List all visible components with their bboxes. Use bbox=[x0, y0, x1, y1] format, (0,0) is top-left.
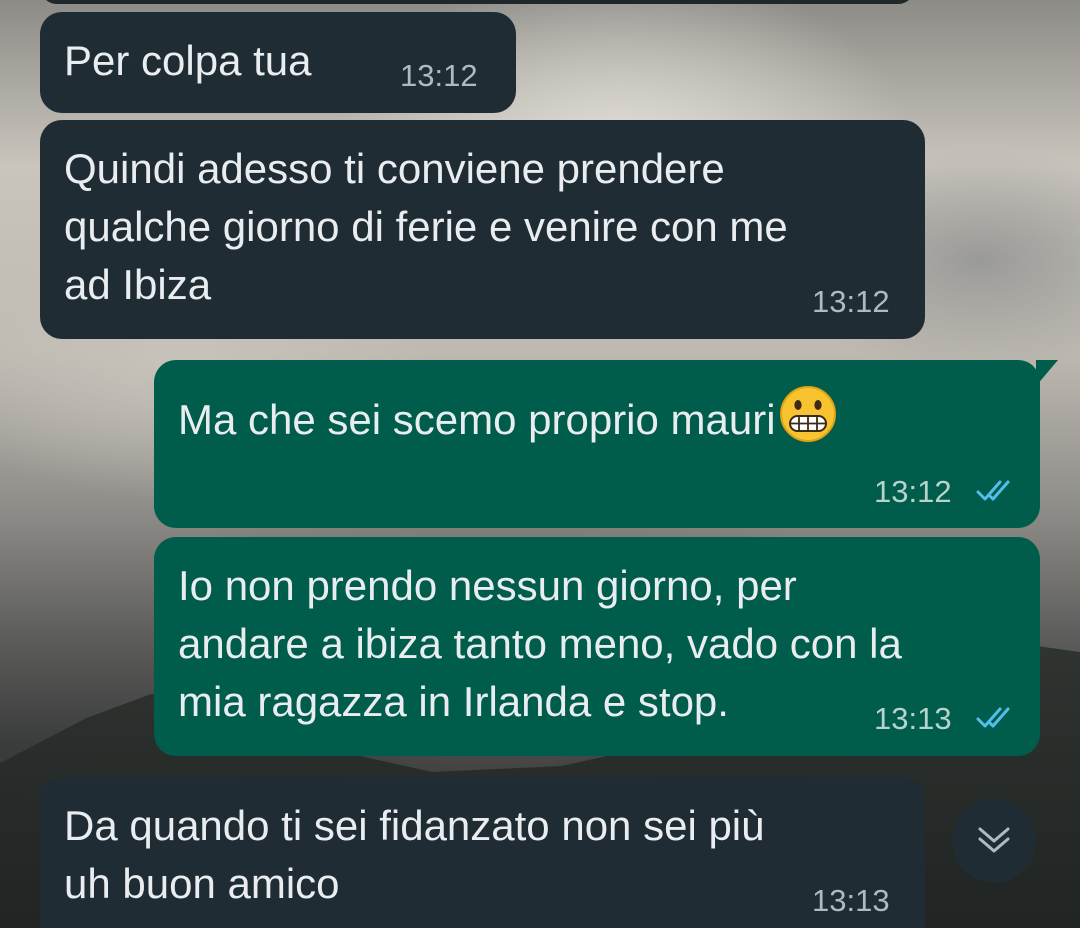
message-text: Per colpa tua bbox=[64, 37, 312, 84]
message-bubble-outgoing[interactable]: Io non prendo nessun giorno, per andare … bbox=[154, 537, 1040, 756]
message-bubble-incoming[interactable]: Per colpa tua 13:12 bbox=[40, 12, 516, 113]
chevron-double-down-icon bbox=[978, 827, 1010, 853]
read-double-check-icon bbox=[976, 480, 1010, 501]
message-time: 13:13 bbox=[812, 883, 890, 918]
message-text-content: Ma che sei scemo proprio mauri bbox=[178, 396, 776, 443]
message-bubble-incoming[interactable]: Quindi adesso ti conviene prendere qualc… bbox=[40, 120, 925, 339]
scroll-to-bottom-button[interactable] bbox=[952, 799, 1036, 883]
message-time: 13:12 bbox=[874, 474, 952, 509]
grimacing-face-icon bbox=[779, 386, 836, 442]
message-text: Da quando ti sei fidanzato non sei più u… bbox=[64, 802, 765, 907]
message-text: Quindi adesso ti conviene prendere qualc… bbox=[64, 145, 788, 308]
message-time: 13:12 bbox=[400, 58, 478, 93]
previous-message-bubble-edge bbox=[40, 0, 915, 4]
message-text: Io non prendo nessun giorno, per andare … bbox=[178, 562, 902, 725]
message-bubble-outgoing[interactable]: Ma che sei scemo proprio mauri 13:12 bbox=[154, 360, 1058, 528]
message-bubble-incoming[interactable]: Da quando ti sei fidanzato non sei più u… bbox=[40, 777, 925, 928]
read-double-check-icon bbox=[976, 707, 1010, 728]
message-time: 13:13 bbox=[874, 701, 952, 736]
message-text: Ma che sei scemo proprio mauri bbox=[178, 384, 838, 449]
bubble-tail bbox=[1036, 360, 1058, 386]
message-time: 13:12 bbox=[812, 284, 890, 319]
